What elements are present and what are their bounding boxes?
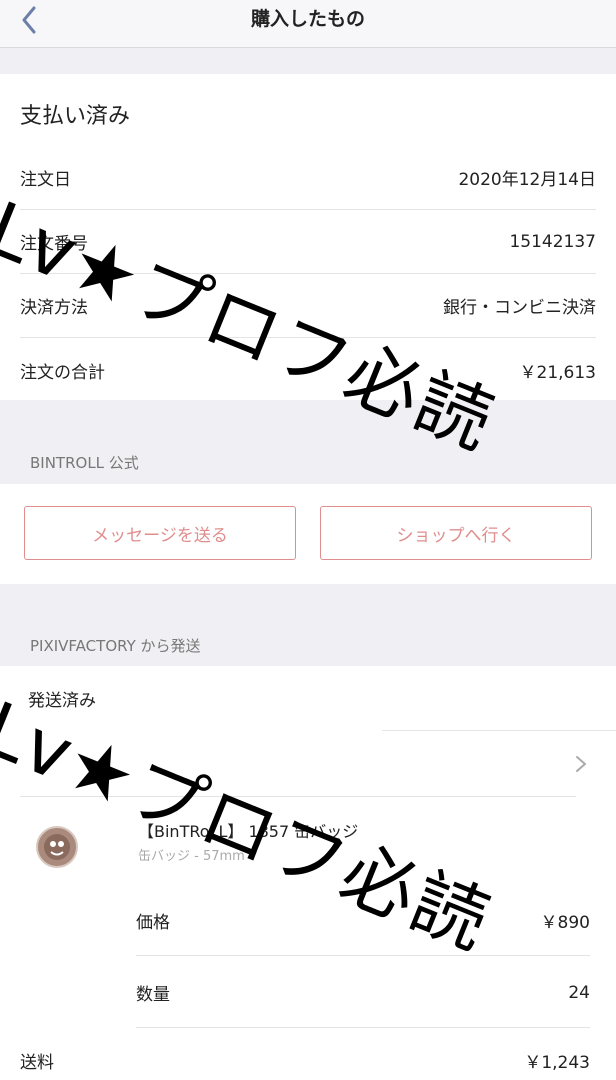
item-quantity-row: 数量 24: [136, 958, 590, 1028]
order-date-label: 注文日: [20, 170, 71, 190]
shop-name: BINTROLL 公式: [30, 454, 139, 472]
order-number-row: 注文番号 15142137: [20, 210, 596, 274]
postage-label: 送料: [20, 1053, 54, 1073]
send-message-button[interactable]: メッセージを送る: [24, 506, 296, 560]
order-total-row: 注文の合計 ￥21,613: [20, 338, 596, 402]
order-total-label: 注文の合計: [20, 362, 105, 383]
payment-method-row: 決済方法 銀行・コンビニ決済: [20, 274, 596, 338]
order-date-row: 注文日 2020年12月14日: [20, 146, 596, 210]
chevron-right-icon: [574, 754, 588, 774]
payment-method-value: 銀行・コンビニ決済: [443, 298, 596, 318]
divider: [382, 730, 616, 731]
item-price-label: 価格: [136, 913, 170, 933]
nav-bar: 購入したもの: [0, 0, 616, 48]
page-title: 購入したもの: [250, 8, 365, 30]
item-price-row: 価格 ￥890: [136, 886, 590, 956]
payment-status: 支払い済み: [20, 104, 131, 129]
shipment-tracking-link[interactable]: [0, 736, 616, 796]
go-to-shop-button[interactable]: ショップへ行く: [320, 506, 592, 560]
shipping-status: 発送済み: [28, 691, 96, 711]
postage-row: 送料 ￥1,243: [20, 1048, 590, 1073]
order-total-value: ￥21,613: [519, 362, 596, 383]
badge-image-icon: [44, 834, 70, 860]
order-number-value: 15142137: [509, 231, 596, 252]
item-title: 【BinTRoLL】 1857 缶バッジ: [138, 822, 359, 841]
divider: [20, 796, 576, 797]
order-date-value: 2020年12月14日: [458, 170, 596, 190]
item-thumbnail: [36, 826, 78, 868]
item-variant: 缶バッジ - 57mm: [138, 849, 245, 864]
item-quantity-label: 数量: [136, 985, 170, 1005]
item-quantity-value: 24: [568, 982, 590, 1003]
order-number-label: 注文番号: [20, 234, 88, 254]
payment-method-label: 決済方法: [20, 298, 88, 318]
postage-value: ￥1,243: [524, 1053, 590, 1073]
shipping-from-label: PIXIVFACTORY から発送: [30, 637, 201, 655]
item-price-value: ￥890: [540, 913, 590, 933]
